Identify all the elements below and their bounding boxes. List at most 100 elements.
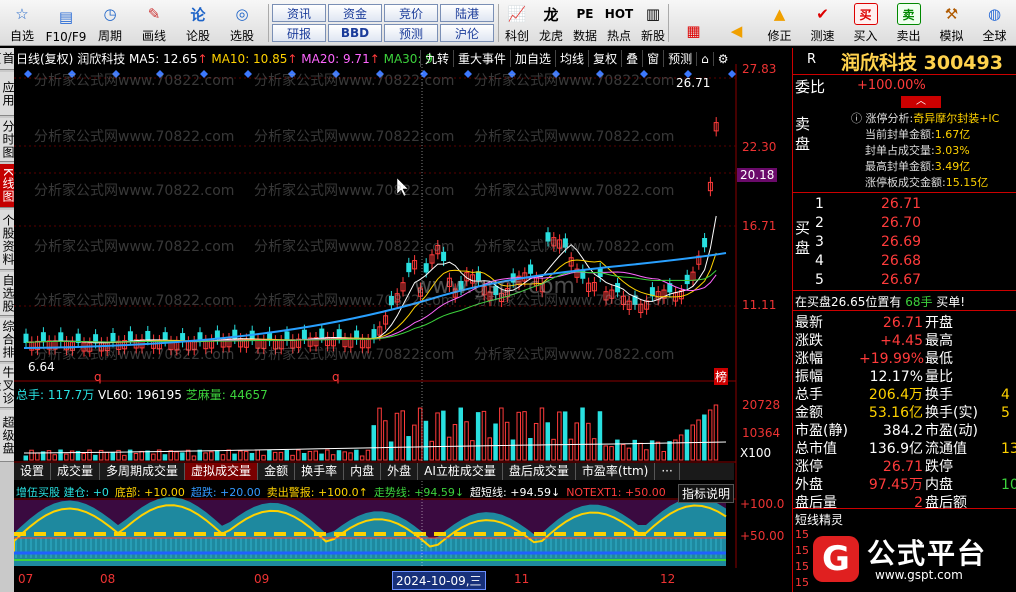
left-tab-5[interactable]: 自选股	[0, 272, 15, 316]
left-tab-6[interactable]: 综合排名	[0, 318, 15, 362]
mini-button-zijin[interactable]: 资金	[328, 4, 382, 22]
volume-bar	[214, 450, 220, 461]
mini-button-yanbao[interactable]: 研报	[272, 24, 326, 42]
buy-row[interactable]: 3 26.69	[815, 234, 1015, 250]
indicator-tab-3[interactable]: 虚拟成交量	[185, 463, 259, 480]
volume-bar	[383, 420, 388, 461]
toolbar2-button-2[interactable]: PE 数据	[568, 2, 602, 44]
left-tab-2[interactable]: 分时图	[0, 118, 15, 162]
quote-row: 外盘 97.45万 内盘 10	[795, 477, 1016, 493]
indicator-tab-1[interactable]: 成交量	[51, 463, 101, 480]
mini-button-zixun[interactable]: 资讯	[272, 4, 326, 22]
candle-body	[684, 274, 690, 285]
volume-bar	[23, 455, 28, 461]
buy-row[interactable]: 4 26.68	[815, 253, 1015, 269]
volume-bar	[180, 452, 185, 461]
mini-button-hulun[interactable]: 沪伦	[440, 24, 494, 42]
volume-bar	[290, 454, 295, 461]
short-line-row: 15	[795, 560, 809, 573]
indicator-item-2: 超跌: +20.00	[190, 486, 261, 499]
volume-bar	[226, 449, 231, 461]
indicator-tab-10[interactable]: 市盈率(ttm)	[576, 463, 656, 480]
buy-row[interactable]: 1 26.71	[815, 196, 1015, 212]
toolbar-button-4[interactable]: 论论股	[176, 2, 220, 44]
toolbar3-button-4[interactable]: 买买入	[844, 2, 887, 44]
volume-bar	[203, 452, 208, 461]
collapse-arrow-icon[interactable]: ︿	[901, 96, 941, 108]
rank-badge[interactable]: 榜	[714, 368, 729, 385]
volume-bar	[522, 411, 527, 461]
toolbar3-button-0[interactable]: ▦	[672, 2, 715, 44]
indicator-item-0: 增伍买股 建仓: +0	[16, 486, 109, 499]
toolbar3-button-2[interactable]: ▲ 修正	[758, 2, 801, 44]
indicator-tab-9[interactable]: 盘后成交量	[503, 463, 576, 480]
candle-body	[284, 331, 290, 341]
toolbar3-button-1[interactable]: ◀	[715, 2, 758, 44]
indicator-tab-8[interactable]: AI立桩成交量	[418, 463, 503, 480]
candle-body	[145, 330, 151, 341]
high-price-label: 26.71	[676, 76, 711, 90]
toolbar2-button-0[interactable]: 📈 科创	[500, 2, 534, 44]
short-line-title[interactable]: 短线精灵	[795, 511, 843, 528]
candle-body	[371, 329, 377, 339]
volume-bar	[586, 422, 591, 461]
kline-chart-area[interactable]: 日线(复权) 润欣科技 MA5: 12.65↑ MA10: 10.85↑ MA2…	[14, 48, 792, 592]
toolbar-label-4: 论股	[185, 29, 210, 43]
left-tab-8[interactable]: 超级盘口	[0, 410, 15, 462]
toolbar-button-0[interactable]: ☆ 自选	[0, 2, 44, 44]
watermark: 分析家公式网www.70822.com	[474, 239, 675, 255]
volume-bar	[609, 446, 614, 461]
left-tab-4[interactable]: 个股资料	[0, 210, 15, 270]
left-tab-3[interactable]: K线图	[0, 164, 15, 208]
volume-bar	[423, 420, 429, 461]
indicator-tab-4[interactable]: 金额	[258, 463, 296, 480]
toolbar2-button-4[interactable]: ▥ 新股	[636, 2, 670, 44]
mini-button-bbd[interactable]: BBD	[328, 24, 382, 42]
volume-bar	[191, 455, 197, 461]
watermark: 分析家公式网www.70822.com	[254, 183, 455, 199]
mini-button-yuce[interactable]: 预测	[384, 24, 438, 42]
watermark: 分析家公式网www.70822.com	[474, 183, 675, 199]
toolbar3-button-6[interactable]: ⚒ 模拟	[930, 2, 973, 44]
buy-row[interactable]: 2 26.70	[815, 215, 1015, 231]
toolbar-button-5[interactable]: ◎ 选股	[220, 2, 264, 44]
marker-q: q	[332, 370, 340, 384]
mini-button-jingjia[interactable]: 竞价	[384, 4, 438, 22]
marker-q: q	[94, 370, 102, 384]
toolbar3-button-3[interactable]: ✔ 测速	[801, 2, 844, 44]
quote-row: 市盈(静) 384.2 市盈(动)	[795, 423, 978, 439]
left-tab-7[interactable]: 牛叉诊股	[0, 364, 15, 408]
toolbar3-button-7[interactable]: ◍ 全球	[973, 2, 1016, 44]
volume-bar	[261, 454, 266, 461]
mini-button-lugang[interactable]: 陆港	[440, 4, 494, 22]
dragon-icon: 龙	[543, 5, 559, 24]
left-tab-1[interactable]: 应用	[0, 72, 15, 116]
toolbar-button-2[interactable]: ◷ 周期	[88, 2, 132, 44]
date-axis-label: 09	[254, 572, 270, 586]
volume-bar	[626, 447, 632, 461]
buy-row[interactable]: 5 26.67	[815, 272, 1015, 288]
toolbar3-button-5[interactable]: 卖卖出	[887, 2, 930, 44]
toolbar-separator	[668, 4, 669, 42]
toolbar2-button-3[interactable]: HOT 热点	[602, 2, 636, 44]
volume-bar	[412, 424, 417, 461]
volume-bar	[615, 439, 620, 461]
toolbar2-button-1[interactable]: 龙龙虎	[534, 2, 568, 44]
indicator-tab-11[interactable]: ···	[655, 463, 680, 480]
toolbar-button-3[interactable]: ✎ 画线	[132, 2, 176, 44]
volume-bar	[429, 440, 434, 461]
indicator-axis-label: +100.0	[740, 497, 785, 511]
indicator-tab-7[interactable]: 外盘	[381, 463, 419, 480]
left-tab-0[interactable]: 首页	[0, 48, 15, 70]
toolbar-separator	[498, 4, 499, 42]
indicator-tab-2[interactable]: 多周期成交量	[100, 463, 186, 480]
indicator-tab-5[interactable]: 换手率	[295, 463, 345, 480]
toolbar-button-1[interactable]: ▤ F10/F9	[44, 2, 88, 44]
indicator-tab-6[interactable]: 内盘	[344, 463, 382, 480]
indicator-help-button[interactable]: 指标说明	[678, 484, 735, 503]
volume-bar	[139, 450, 144, 461]
volume-bar	[562, 411, 568, 461]
volume-bar	[151, 453, 156, 461]
limit-title: 涨停分析:	[865, 112, 914, 125]
indicator-tab-0[interactable]: 设置	[14, 463, 52, 480]
